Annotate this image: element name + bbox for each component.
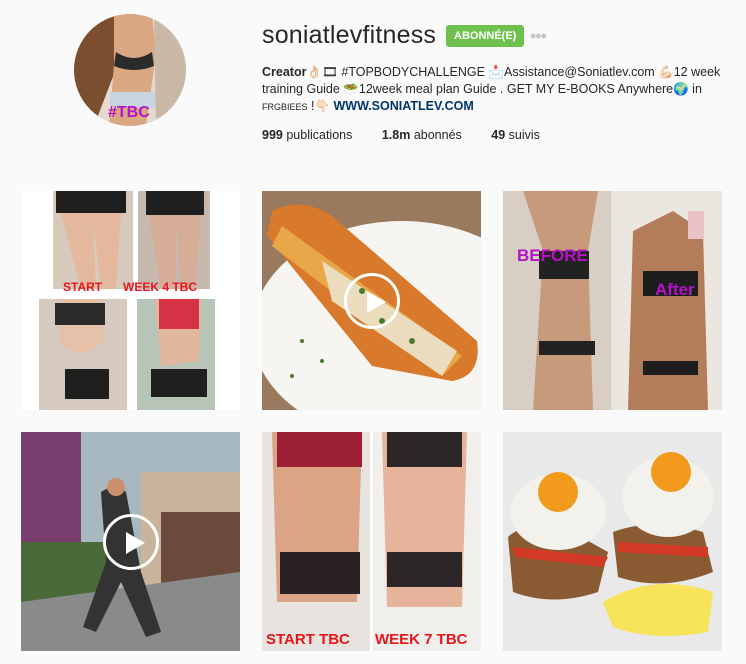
bio-text-end: !👇🏻 xyxy=(307,99,334,113)
post-caption-week: WEEK 7 TBC xyxy=(375,631,468,648)
post-tile[interactable]: BEFORE After xyxy=(503,191,722,410)
post-image: START WEEK 4 TBC xyxy=(21,191,240,410)
post-image: BEFORE After xyxy=(503,191,722,410)
followers-stat[interactable]: 1.8m abonnés xyxy=(382,128,462,142)
post-tile[interactable]: START WEEK 4 TBC xyxy=(21,191,240,410)
bio-text: 👌🏻🎞 #TOPBODYCHALLENGE 📩Assistance@Soniat… xyxy=(262,65,721,96)
profile-bio: Creator👌🏻🎞 #TOPBODYCHALLENGE 📩Assistance… xyxy=(262,64,722,116)
post-tile[interactable]: START TBC WEEK 7 TBC xyxy=(262,432,481,651)
avatar-tag: #TBC xyxy=(108,104,150,121)
bio-small-text: FRGBIEES xyxy=(262,102,308,112)
video-play-icon[interactable] xyxy=(343,272,400,329)
bio-website-link[interactable]: WWW.SONIATLEV.COM xyxy=(334,99,474,113)
post-tile[interactable] xyxy=(21,432,240,651)
bio-name: Creator xyxy=(262,65,307,79)
profile-stats: 999 publications 1.8m abonnés 49 suivis xyxy=(262,128,566,142)
post-caption-week: WEEK 4 TBC xyxy=(123,280,197,294)
profile-avatar[interactable]: #TBC xyxy=(74,14,186,126)
post-caption-start: START TBC xyxy=(266,631,350,648)
post-caption-after: After xyxy=(655,280,695,299)
profile-username: soniatlevfitness xyxy=(262,21,437,49)
post-caption-start: START xyxy=(63,280,103,294)
post-tile[interactable] xyxy=(262,191,481,410)
post-image xyxy=(503,432,722,651)
post-caption-before: BEFORE xyxy=(517,246,588,265)
post-image: START TBC WEEK 7 TBC xyxy=(262,432,481,651)
post-tile[interactable] xyxy=(503,432,722,651)
posts-stat: 999 publications xyxy=(262,128,353,142)
video-play-icon[interactable] xyxy=(102,513,159,570)
following-button[interactable]: ABONNÉ(E) xyxy=(446,25,525,47)
more-options-icon[interactable]: ••• xyxy=(530,27,547,45)
following-stat[interactable]: 49 suivis xyxy=(491,128,540,142)
